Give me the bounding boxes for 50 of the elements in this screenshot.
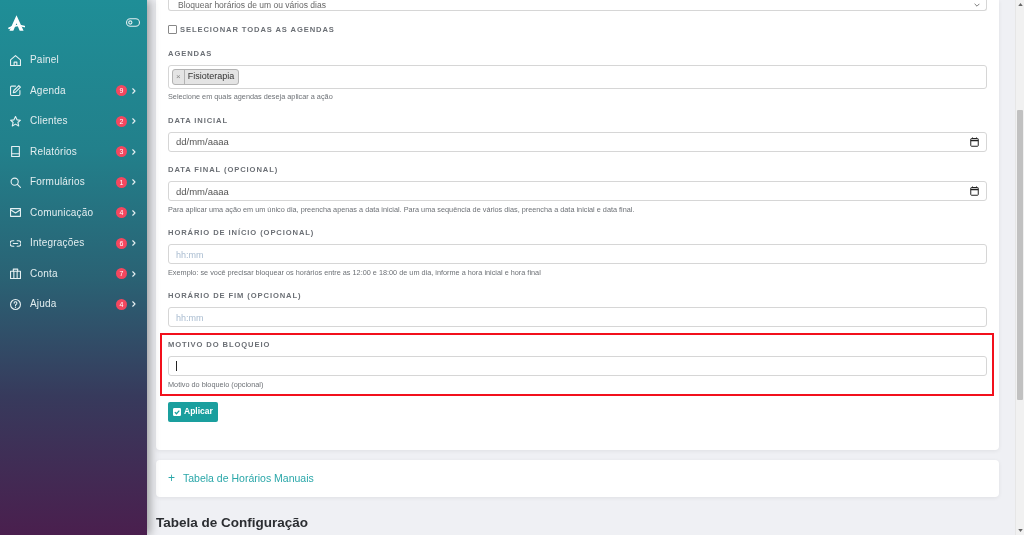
tag-label: Fisioterapia: [186, 69, 236, 83]
chevron-right-icon[interactable]: [132, 179, 136, 186]
home-icon: [10, 54, 21, 66]
remove-tag-button[interactable]: ×: [173, 69, 185, 84]
chevron-right-icon[interactable]: [132, 87, 136, 94]
chevron-right-icon[interactable]: [132, 209, 136, 216]
nav-link[interactable]: Agenda: [30, 84, 116, 97]
action-select[interactable]: Bloquear horários de um ou vários dias: [168, 0, 987, 11]
scroll-down-arrow-icon[interactable]: [1017, 529, 1023, 532]
calendar-icon[interactable]: [970, 186, 979, 196]
search-icon: [10, 176, 21, 188]
chevron-right-icon[interactable]: [132, 270, 136, 277]
check-square-icon: [173, 407, 181, 416]
chevron-right-icon[interactable]: [132, 148, 136, 155]
star-icon: [10, 115, 21, 127]
envelope-icon: [10, 207, 21, 219]
time-field[interactable]: hh:mm: [168, 244, 987, 264]
scrollbar[interactable]: [1015, 0, 1024, 535]
apply-button[interactable]: Aplicar: [168, 401, 218, 422]
nav-link[interactable]: Conta: [30, 267, 116, 280]
toggle-icon[interactable]: [126, 18, 140, 27]
nav-link[interactable]: Painel: [30, 54, 136, 67]
date-field[interactable]: dd/mm/aaaa: [168, 131, 987, 152]
nav-link[interactable]: Clientes: [30, 115, 116, 128]
book-icon: [10, 146, 21, 158]
logo-icon[interactable]: [8, 13, 25, 32]
chevron-right-icon[interactable]: [132, 118, 136, 125]
panel-title[interactable]: Tabela de Horários Manuais: [183, 471, 314, 485]
time-field[interactable]: hh:mm: [168, 307, 987, 327]
calendar-icon[interactable]: [970, 136, 979, 147]
help-icon: [10, 298, 21, 310]
date-field[interactable]: dd/mm/aaaa: [168, 181, 987, 201]
chevron-right-icon[interactable]: [132, 301, 136, 308]
select-all-checkbox[interactable]: [168, 25, 177, 34]
scroll-up-arrow-icon[interactable]: [1017, 3, 1023, 6]
nav-link[interactable]: Relatórios: [30, 145, 116, 158]
chevron-right-icon[interactable]: [132, 240, 136, 247]
nav-link[interactable]: Integrações: [30, 237, 116, 250]
nav-link[interactable]: Ajuda: [30, 298, 116, 311]
chevron-down-icon: [974, 2, 980, 8]
nav-link[interactable]: Formulários: [30, 176, 116, 189]
agenda-multiselect-field[interactable]: × Fisioterapia: [168, 64, 987, 89]
nav-link[interactable]: Comunicação: [30, 206, 116, 219]
link-icon: [10, 237, 21, 249]
scrollbar-thumb[interactable]: [1017, 110, 1023, 400]
expand-toggle[interactable]: +: [168, 471, 175, 485]
edit-icon: [10, 85, 21, 97]
briefcase-icon: [10, 268, 21, 280]
section-heading: Tabela de Configuração: [156, 514, 310, 530]
reason-field[interactable]: [168, 356, 987, 376]
